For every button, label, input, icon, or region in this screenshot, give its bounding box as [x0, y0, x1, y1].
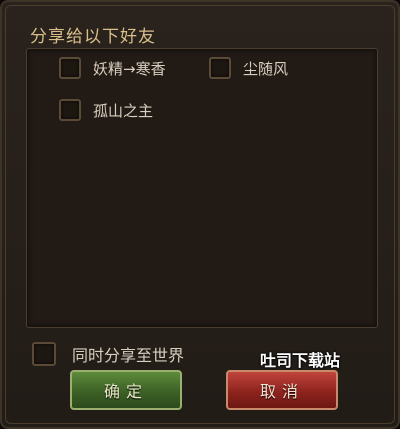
- friend-checkbox[interactable]: [59, 99, 81, 121]
- friend-item[interactable]: 孤山之主: [59, 99, 153, 121]
- watermark-text: 吐司下载站: [260, 351, 341, 370]
- friend-checkbox[interactable]: [59, 57, 81, 79]
- confirm-button[interactable]: 确定: [70, 370, 182, 410]
- friend-name: 尘随风: [243, 59, 289, 78]
- cancel-button[interactable]: 取消: [226, 370, 338, 410]
- friend-name: 孤山之主: [93, 101, 154, 120]
- friend-item[interactable]: 妖精→寒香: [59, 57, 166, 79]
- friend-checkbox[interactable]: [209, 57, 231, 79]
- share-to-world-checkbox[interactable]: [32, 342, 56, 366]
- share-to-world-label: 同时分享至世界: [72, 346, 185, 365]
- share-to-world-option[interactable]: 同时分享至世界: [32, 342, 184, 366]
- friend-name: 妖精→寒香: [93, 59, 166, 78]
- share-dialog: 分享给以下好友 妖精→寒香 尘随风 孤山之主 同时分享至世界 吐司下载站 确定 …: [0, 0, 400, 429]
- dialog-title: 分享给以下好友: [30, 27, 156, 47]
- friend-item[interactable]: 尘随风: [209, 57, 288, 79]
- friend-list-panel: 妖精→寒香 尘随风 孤山之主: [26, 48, 378, 328]
